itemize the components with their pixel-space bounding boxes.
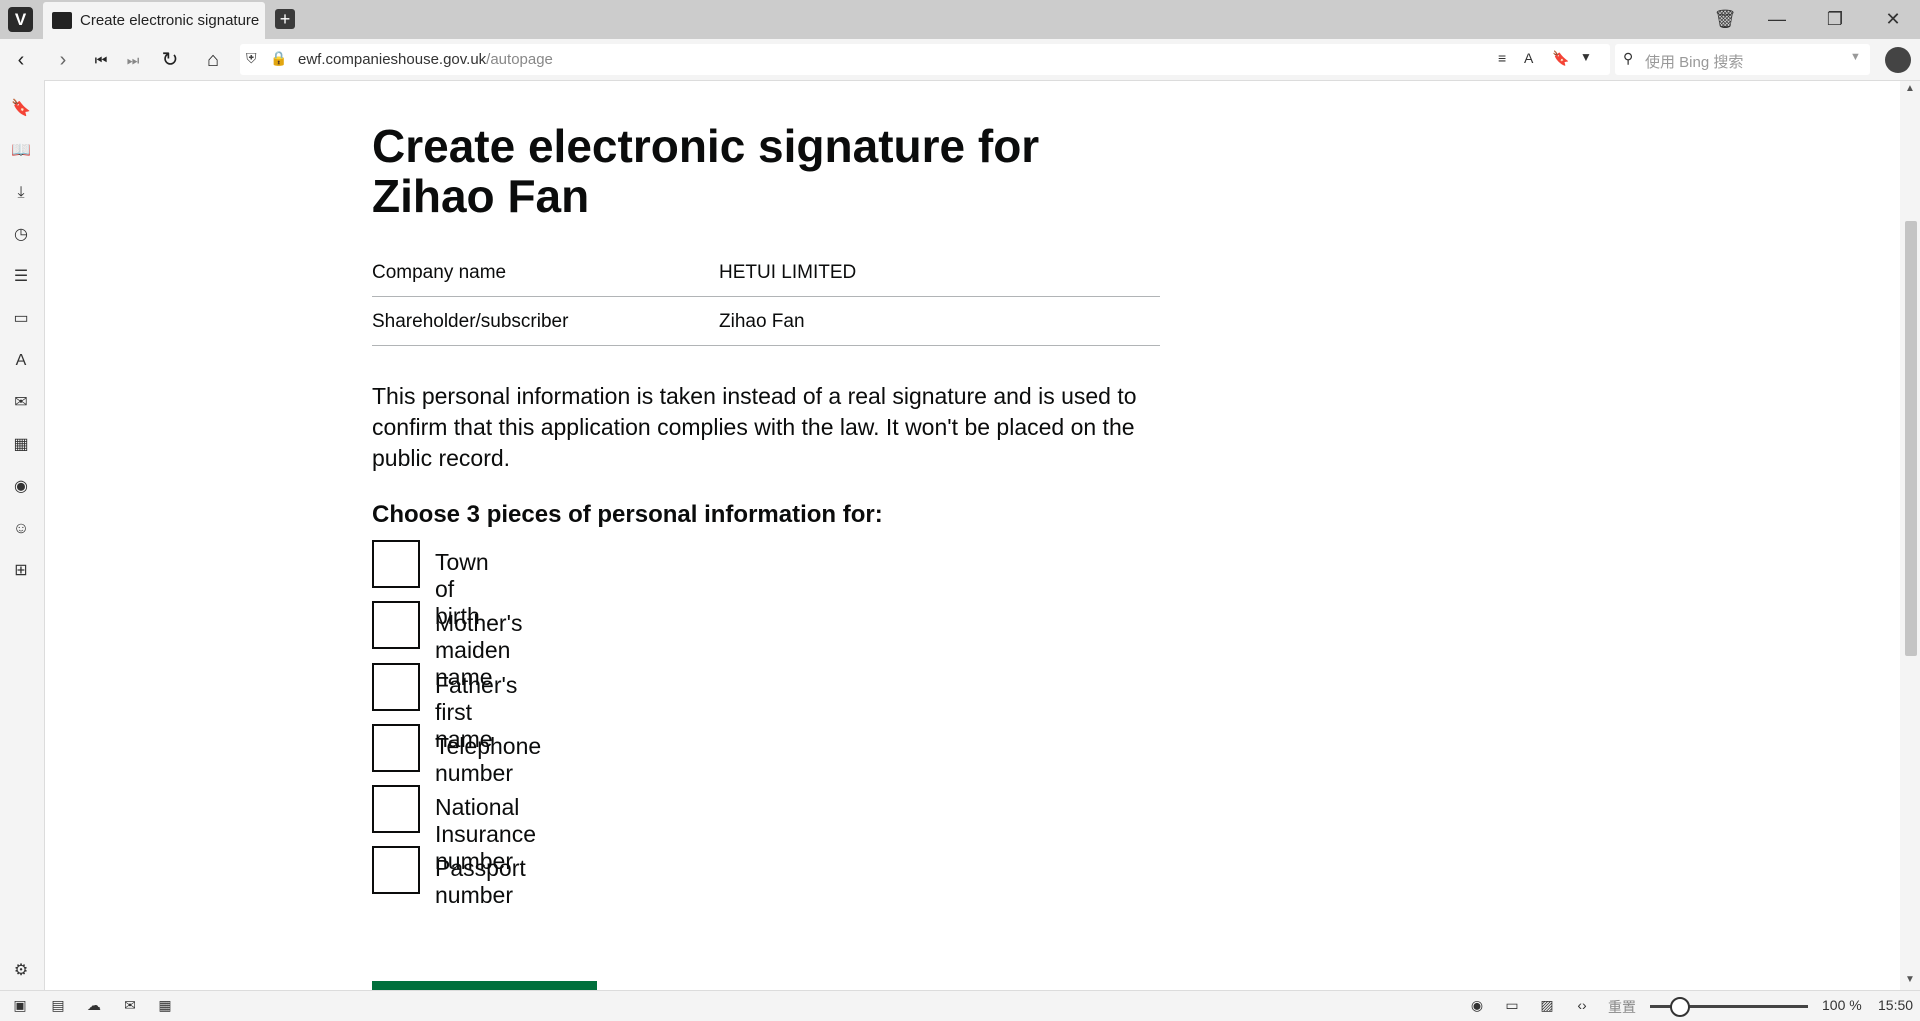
- reload-icon[interactable]: ↻: [157, 47, 183, 73]
- checkbox-label[interactable]: Telephone number: [435, 733, 541, 787]
- page-title: Create electronic signature for Zihao Fa…: [372, 120, 1040, 222]
- reading-list-icon[interactable]: 📖: [10, 140, 32, 162]
- search-icon: ⚲: [1623, 50, 1634, 66]
- translate-icon[interactable]: A: [1524, 50, 1533, 66]
- calendar-status-icon[interactable]: ▦: [155, 997, 175, 1013]
- title-bar: V Create electronic signature for Zihao …: [0, 0, 1920, 39]
- close-button[interactable]: ✕: [1868, 0, 1918, 39]
- notes-icon[interactable]: ☰: [10, 266, 32, 288]
- feeds-icon[interactable]: ◉: [10, 476, 32, 498]
- chevron-down-icon[interactable]: ▼: [1580, 50, 1592, 64]
- summary-value: HETUI LIMITED: [719, 262, 857, 283]
- summary-key: Shareholder/subscriber: [372, 311, 569, 332]
- panel-toggle-icon[interactable]: ▣: [10, 997, 30, 1013]
- url-path: /autopage: [486, 51, 553, 68]
- new-tab-button[interactable]: +: [275, 9, 295, 29]
- mail-status-icon[interactable]: ✉: [120, 997, 140, 1013]
- reader-view-icon[interactable]: ≡: [1498, 50, 1506, 66]
- bookmarks-icon[interactable]: 🔖: [10, 98, 32, 120]
- contacts-icon[interactable]: ☺: [10, 518, 32, 540]
- scroll-down-icon[interactable]: ▼: [1905, 974, 1915, 985]
- search-input[interactable]: 使用 Bing 搜索: [1645, 51, 1743, 72]
- url-host: ewf.companieshouse.gov.uk: [298, 51, 487, 68]
- camera-icon[interactable]: ◉: [1467, 997, 1487, 1013]
- summary-key: Company name: [372, 262, 507, 283]
- tab-title: Create electronic signature for Zihao Fa…: [80, 12, 260, 29]
- checkbox[interactable]: [372, 601, 420, 649]
- url-bar[interactable]: ⛨ 🔒 ewf.companieshouse.gov.uk/autopage ≡…: [240, 44, 1610, 75]
- minimize-button[interactable]: —: [1752, 0, 1802, 39]
- url-text[interactable]: ewf.companieshouse.gov.uk/autopage: [298, 51, 553, 68]
- sidebar-panel: 🔖 📖 ⤓ ◷ ☰ ▭ A ✉ ▦ ◉ ☺ ⊞ ⚙: [0, 80, 45, 990]
- tab-stack-icon[interactable]: ▤: [48, 997, 68, 1013]
- search-box[interactable]: ⚲ 使用 Bing 搜索 ▼: [1615, 44, 1870, 75]
- summary-row-shareholder: Shareholder/subscriber Zihao Fan: [372, 297, 1160, 346]
- browser-tab[interactable]: Create electronic signature for Zihao Fa…: [43, 2, 265, 39]
- fieldset-legend: Choose 3 pieces of personal information …: [372, 501, 883, 528]
- checkbox[interactable]: [372, 724, 420, 772]
- history-icon[interactable]: ◷: [10, 224, 32, 246]
- translate-panel-icon[interactable]: A: [10, 350, 32, 372]
- downloads-icon[interactable]: ⤓: [10, 182, 32, 204]
- checkbox-label[interactable]: Passport number: [435, 855, 526, 909]
- shield-icon[interactable]: ⛨: [246, 50, 257, 67]
- checkbox[interactable]: [372, 785, 420, 833]
- scrollbar-thumb[interactable]: [1905, 221, 1917, 656]
- intro-paragraph: This personal information is taken inste…: [372, 383, 1137, 471]
- fast-forward-icon[interactable]: ⏭: [120, 47, 146, 73]
- search-engine-dropdown-icon[interactable]: ▼: [1850, 51, 1861, 63]
- summary-row-company: Company name HETUI LIMITED: [372, 248, 1160, 297]
- clock: 15:50: [1878, 997, 1914, 1013]
- bookmark-icon[interactable]: 🔖: [1552, 50, 1569, 67]
- zoom-slider-handle[interactable]: [1670, 997, 1690, 1017]
- scroll-up-icon[interactable]: ▲: [1905, 83, 1915, 94]
- summary-value: Zihao Fan: [719, 311, 805, 332]
- checkbox[interactable]: [372, 846, 420, 894]
- zoom-level: 100 %: [1822, 997, 1862, 1013]
- web-content: Create electronic signature for Zihao Fa…: [45, 81, 1900, 990]
- status-bar: ▣ ▤ ☁ ✉ ▦ ◉ ▭ ▨ ‹› 重置 100 % 15:50: [0, 990, 1920, 1021]
- checkbox[interactable]: [372, 540, 420, 588]
- zoom-reset-button[interactable]: 重置: [1608, 997, 1636, 1017]
- window-panel-icon[interactable]: ▭: [10, 308, 32, 330]
- settings-gear-icon[interactable]: ⚙: [10, 960, 32, 982]
- mail-icon[interactable]: ✉: [10, 392, 32, 414]
- rewind-icon[interactable]: ⏮: [88, 47, 114, 73]
- trash-icon[interactable]: 🗑: [1700, 0, 1750, 39]
- profile-avatar[interactable]: [1885, 47, 1911, 73]
- sync-cloud-icon[interactable]: ☁: [84, 997, 104, 1013]
- restore-button[interactable]: ❐: [1810, 0, 1860, 39]
- window-icon[interactable]: ▭: [1502, 997, 1522, 1013]
- code-icon[interactable]: ‹›: [1572, 997, 1592, 1013]
- home-icon[interactable]: ⌂: [200, 47, 226, 73]
- lock-icon[interactable]: 🔒: [270, 50, 287, 67]
- image-icon[interactable]: ▨: [1537, 997, 1557, 1013]
- crown-favicon-icon: [52, 12, 72, 29]
- back-icon[interactable]: ‹: [8, 47, 34, 73]
- checkbox[interactable]: [372, 663, 420, 711]
- continue-button[interactable]: [372, 981, 597, 990]
- forward-icon[interactable]: ›: [50, 47, 76, 73]
- vertical-scrollbar[interactable]: ▲ ▼: [1900, 81, 1920, 990]
- add-web-panel-icon[interactable]: ⊞: [10, 560, 32, 582]
- vivaldi-logo-icon[interactable]: V: [8, 7, 33, 32]
- address-toolbar: ‹ › ⏮ ⏭ ↻ ⌂ ⛨ 🔒 ewf.companieshouse.gov.u…: [0, 39, 1920, 81]
- calendar-icon[interactable]: ▦: [10, 434, 32, 456]
